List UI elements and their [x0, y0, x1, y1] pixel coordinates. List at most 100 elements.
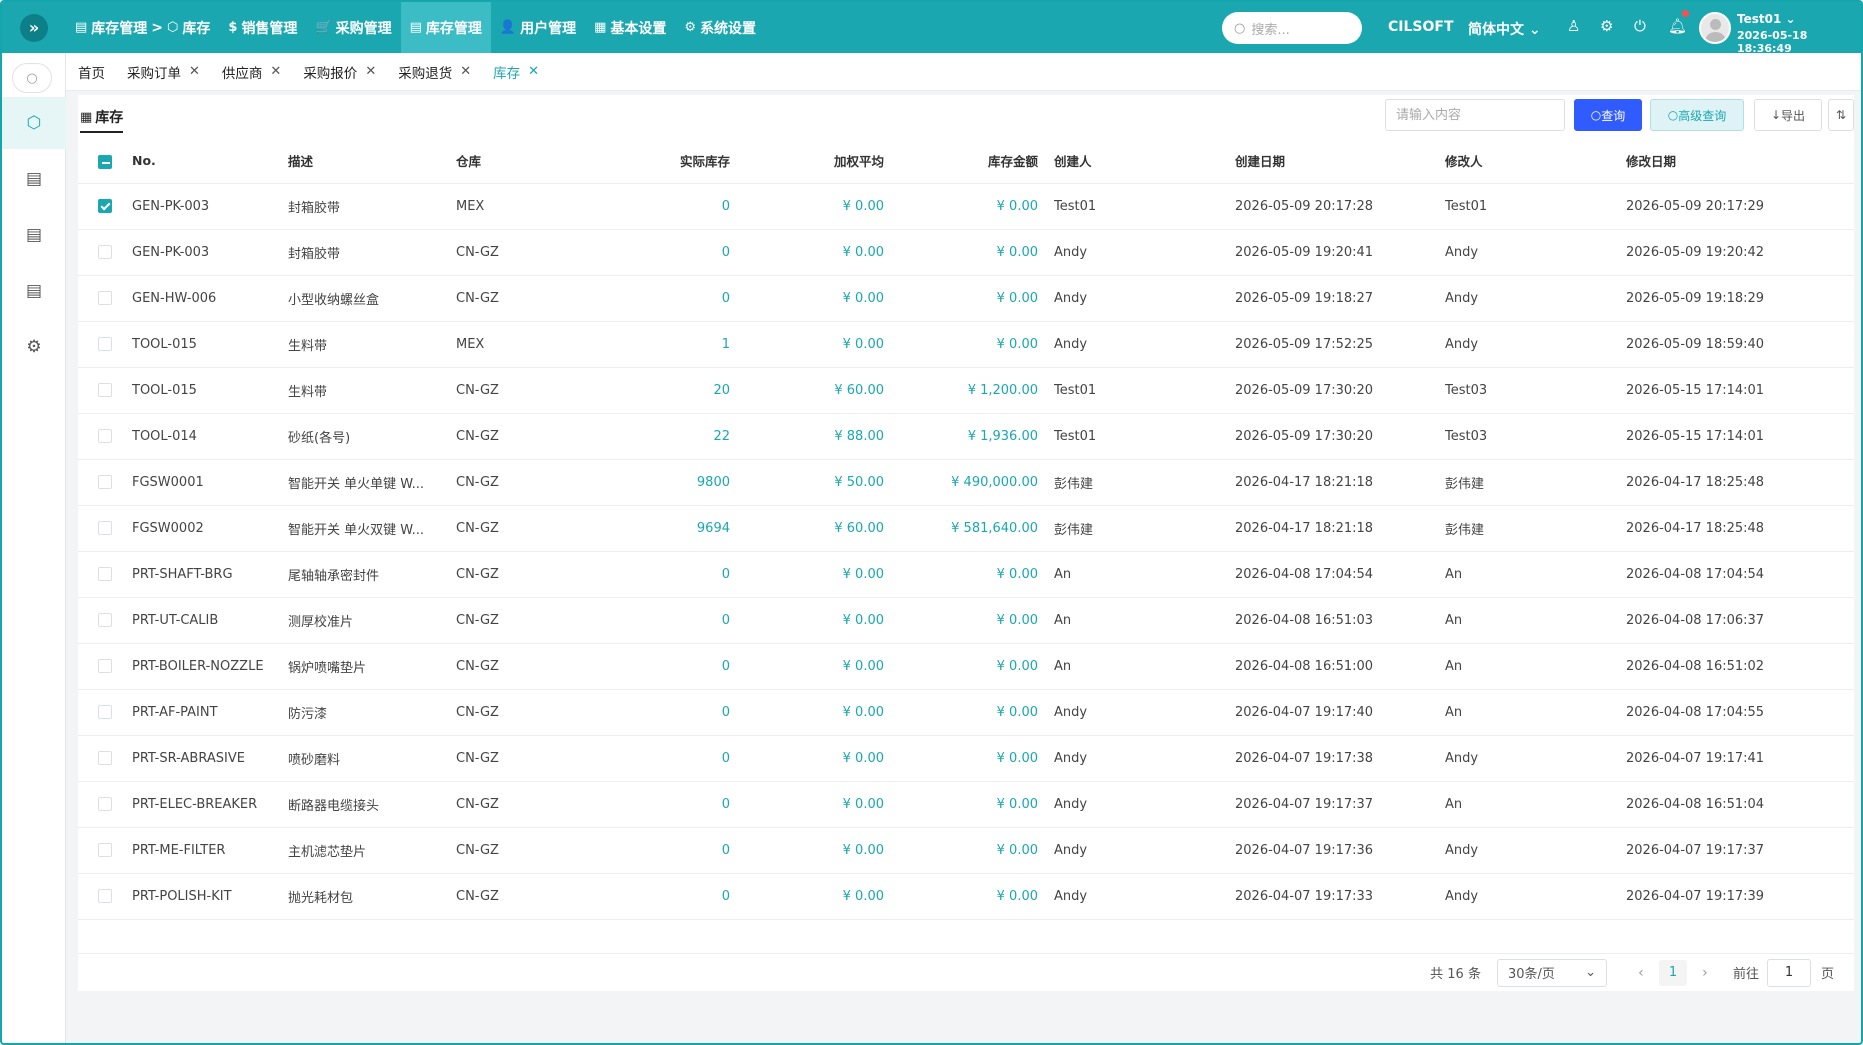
- table-row[interactable]: PRT-SHAFT-BRG 尾轴轴承密封件 CN-GZ 0 ¥ 0.00 ¥ 0.00 An…: [78, 551, 1854, 598]
- table-row[interactable]: PRT-ME-FILTER 主机滤芯垫片 CN-GZ 0 ¥ 0.00 ¥ 0.00 And…: [78, 827, 1854, 874]
- tab-suppliers[interactable]: 供应商 ✕: [222, 62, 281, 82]
- settings-gear-icon[interactable]: ⚙: [1600, 17, 1613, 35]
- row-checkbox[interactable]: [98, 291, 112, 305]
- avatar[interactable]: [1699, 12, 1731, 44]
- menu-purchase[interactable]: 🛒 采购管理: [306, 2, 400, 53]
- language-select[interactable]: 简体中文 ⌄: [1468, 19, 1541, 39]
- column-header-creator[interactable]: 创建人: [1054, 139, 1235, 184]
- menu-sales[interactable]: $ 销售管理: [219, 2, 306, 53]
- table-row[interactable]: PRT-AF-PAINT 防污漆 CN-GZ 0 ¥ 0.00 ¥ 0.00 Andy 202…: [78, 689, 1854, 736]
- sidebar-item-settings-icon[interactable]: ⚙: [2, 321, 66, 373]
- table-row[interactable]: TOOL-014 砂纸(各号) CN-GZ 22 ¥ 88.00 ¥ 1,936.00 Te…: [78, 413, 1854, 460]
- row-checkbox[interactable]: [98, 475, 112, 489]
- menu-system-settings[interactable]: ⚙ 系统设置: [675, 2, 765, 53]
- sidebar-search-icon[interactable]: ○: [12, 63, 52, 93]
- filter-input[interactable]: [1385, 99, 1565, 131]
- table-row[interactable]: PRT-UT-CALIB 测厚校准片 CN-GZ 0 ¥ 0.00 ¥ 0.00 An 202…: [78, 597, 1854, 644]
- cell-weighted-avg: ¥ 60.00: [746, 505, 900, 552]
- breadcrumb-inventory-management[interactable]: 库存管理: [91, 18, 147, 38]
- tab-purchase-returns[interactable]: 采购退货 ✕: [398, 62, 471, 82]
- table-row[interactable]: FGSW0001 智能开关 单火单键 W... CN-GZ 9800 ¥ 50.00 ¥ …: [78, 459, 1854, 506]
- close-icon[interactable]: ✕: [189, 64, 200, 79]
- table-row[interactable]: PRT-ELEC-BREAKER 断路器电缆接头 CN-GZ 0 ¥ 0.00 ¥ 0.0…: [78, 781, 1854, 828]
- notification-badge: [1682, 10, 1689, 17]
- select-all-checkbox[interactable]: [98, 154, 112, 169]
- table-row[interactable]: FGSW0002 智能开关 单火双键 W... CN-GZ 9694 ¥ 60.00 ¥ …: [78, 505, 1854, 552]
- menu-basic-settings[interactable]: ▦ 基本设置: [585, 2, 675, 53]
- cell-created-date: 2026-05-09 19:18:27: [1235, 275, 1445, 322]
- column-header-no[interactable]: No.: [132, 139, 288, 184]
- query-button[interactable]: ○ 查询: [1574, 99, 1642, 131]
- table-row[interactable]: GEN-PK-003 封箱胶带 MEX 0 ¥ 0.00 ¥ 0.00 Test01 2026…: [78, 183, 1854, 230]
- cell-description: 测厚校准片: [288, 597, 456, 644]
- table-row[interactable]: PRT-SR-ABRASIVE 喷砂磨料 CN-GZ 0 ¥ 0.00 ¥ 0.00 And…: [78, 735, 1854, 782]
- cell-actual-stock: 0: [586, 229, 746, 276]
- sidebar-item-inventory-cube-icon[interactable]: ⬡: [2, 97, 66, 149]
- page-size-select[interactable]: 30条/页 ⌄: [1496, 958, 1607, 987]
- sort-toggle-icon[interactable]: ⇅: [1828, 99, 1854, 131]
- column-header-stock-amount[interactable]: 库存金额: [900, 139, 1054, 184]
- tab-home[interactable]: 首页: [78, 62, 105, 82]
- cell-warehouse: CN-GZ: [456, 505, 586, 552]
- menu-inventory[interactable]: ▤ 库存管理: [400, 2, 491, 53]
- column-header-modified-date[interactable]: 修改日期: [1626, 139, 1854, 184]
- column-header-actual-stock[interactable]: 实际库存: [586, 139, 746, 184]
- column-header-description[interactable]: 描述: [288, 139, 456, 184]
- next-page-icon[interactable]: ›: [1693, 965, 1717, 981]
- cell-modified-date: 2026-04-07 19:17:39: [1626, 873, 1854, 920]
- table-row[interactable]: PRT-BOILER-NOZZLE 锅炉喷嘴垫片 CN-GZ 0 ¥ 0.00 ¥ 0.0…: [78, 643, 1854, 690]
- sidebar-item-report-icon[interactable]: ▤: [2, 209, 66, 261]
- left-sidebar: ○ ⬡ ▤ ▤ ▤ ⚙: [2, 53, 66, 1043]
- column-header-weighted-avg[interactable]: 加权平均: [746, 139, 900, 184]
- bell-icon[interactable]: 🔔︎: [1668, 17, 1687, 35]
- table-header-row: No. 描述 仓库 实际库存 加权平均 库存金额 创建人 创建日期 修改人 修改…: [78, 139, 1854, 184]
- tab-purchase-orders[interactable]: 采购订单 ✕: [127, 62, 200, 82]
- table-row[interactable]: TOOL-015 生料带 CN-GZ 20 ¥ 60.00 ¥ 1,200.00 Test0…: [78, 367, 1854, 414]
- row-checkbox[interactable]: [98, 751, 112, 765]
- close-icon[interactable]: ✕: [528, 64, 539, 79]
- row-checkbox[interactable]: [98, 245, 112, 259]
- row-checkbox[interactable]: [98, 383, 112, 397]
- advanced-query-button[interactable]: ○ 高级查询: [1650, 99, 1744, 131]
- row-checkbox[interactable]: [98, 889, 112, 903]
- profile-icon[interactable]: ♙: [1567, 17, 1580, 35]
- row-checkbox[interactable]: [98, 337, 112, 351]
- sidebar-item-list-icon[interactable]: ▤: [2, 265, 66, 317]
- row-checkbox[interactable]: [98, 659, 112, 673]
- row-checkbox[interactable]: [98, 843, 112, 857]
- row-checkbox[interactable]: [98, 567, 112, 581]
- cell-stock-amount: ¥ 0.00: [900, 643, 1054, 690]
- table-row[interactable]: TOOL-015 生料带 MEX 1 ¥ 0.00 ¥ 0.00 Andy 2026-05-0…: [78, 321, 1854, 368]
- close-icon[interactable]: ✕: [270, 64, 281, 79]
- cell-stock-amount: ¥ 0.00: [900, 321, 1054, 368]
- close-icon[interactable]: ✕: [460, 64, 471, 79]
- power-icon[interactable]: ⏻: [1634, 17, 1646, 35]
- column-header-created-date[interactable]: 创建日期: [1235, 139, 1445, 184]
- tab-inventory[interactable]: 库存 ✕: [493, 62, 539, 82]
- row-checkbox[interactable]: [98, 199, 112, 213]
- sidebar-item-document-icon[interactable]: ▤: [2, 153, 66, 205]
- column-header-warehouse[interactable]: 仓库: [456, 139, 586, 184]
- tab-inventory-label: 库存: [493, 65, 521, 82]
- tab-purchase-quotes[interactable]: 采购报价 ✕: [303, 62, 376, 82]
- column-header-modifier[interactable]: 修改人: [1445, 139, 1626, 184]
- row-checkbox[interactable]: [98, 429, 112, 443]
- export-button[interactable]: ↓ 导出: [1754, 99, 1822, 131]
- table-row[interactable]: GEN-HW-006 小型收纳螺丝盒 CN-GZ 0 ¥ 0.00 ¥ 0.00 Andy 2…: [78, 275, 1854, 322]
- menu-users[interactable]: 👤 用户管理: [491, 2, 585, 53]
- table-row[interactable]: PRT-POLISH-KIT 抛光耗材包 CN-GZ 0 ¥ 0.00 ¥ 0.00 And…: [78, 873, 1854, 920]
- expand-sidebar-icon[interactable]: »: [20, 13, 48, 42]
- table-row[interactable]: GEN-PK-003 封箱胶带 CN-GZ 0 ¥ 0.00 ¥ 0.00 Andy 2026…: [78, 229, 1854, 276]
- global-search-input[interactable]: ○ 搜索...: [1222, 12, 1362, 44]
- page-number-current[interactable]: 1: [1658, 959, 1687, 986]
- goto-page-input[interactable]: [1766, 958, 1811, 987]
- row-checkbox[interactable]: [98, 705, 112, 719]
- breadcrumb-inventory[interactable]: 库存: [182, 18, 210, 38]
- prev-page-icon[interactable]: ‹: [1629, 965, 1653, 981]
- close-icon[interactable]: ✕: [365, 64, 376, 79]
- user-menu[interactable]: Test01 ⌄: [1737, 12, 1796, 26]
- cell-weighted-avg: ¥ 88.00: [746, 413, 900, 460]
- row-checkbox[interactable]: [98, 613, 112, 627]
- row-checkbox[interactable]: [98, 797, 112, 811]
- row-checkbox[interactable]: [98, 521, 112, 535]
